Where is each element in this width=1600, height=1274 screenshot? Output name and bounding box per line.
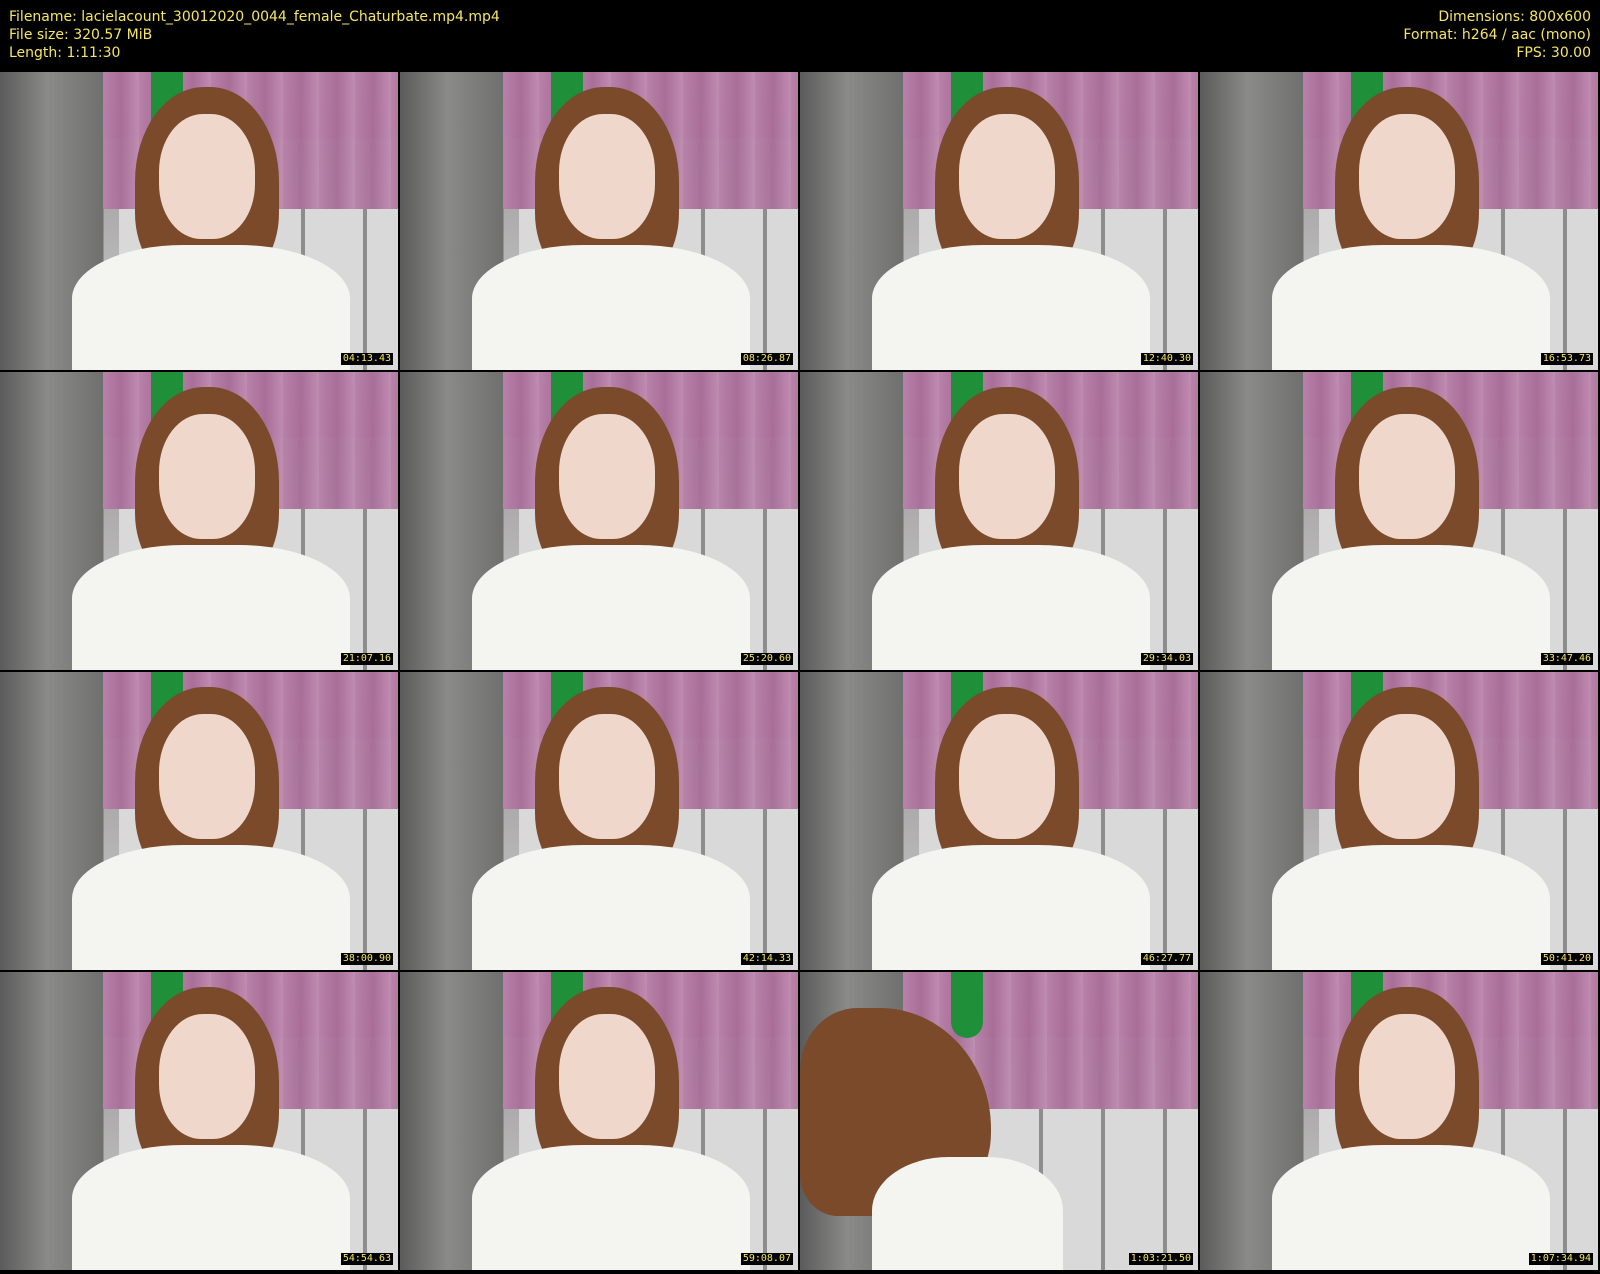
- thumbnail-frame[interactable]: 29:34.03: [800, 372, 1198, 670]
- thumbnail-frame[interactable]: 33:47.46: [1200, 372, 1598, 670]
- thumbnail-frame[interactable]: 59:08.07: [400, 972, 798, 1270]
- thumbnail-frame[interactable]: 54:54.63: [0, 972, 398, 1270]
- timestamp-label: 29:34.03: [1140, 653, 1193, 665]
- file-meta-right: Dimensions: 800x600 Format: h264 / aac (…: [1403, 8, 1591, 62]
- timestamp-label: 16:53.73: [1540, 353, 1593, 365]
- timestamp-label: 21:07.16: [340, 653, 393, 665]
- dimensions-label: Dimensions: 800x600: [1438, 9, 1591, 25]
- timestamp-label: 25:20.60: [740, 653, 793, 665]
- timestamp-label: 50:41.20: [1540, 953, 1593, 965]
- timestamp-label: 59:08.07: [740, 1253, 793, 1265]
- file-meta-left: Filename: lacielacount_30012020_0044_fem…: [9, 8, 500, 62]
- thumbnail-grid: 04:13.43 08:26.87 12:40.30 16:53.73 21:0…: [0, 72, 1600, 1272]
- thumbnail-frame[interactable]: 38:00.90: [0, 672, 398, 970]
- timestamp-label: 08:26.87: [740, 353, 793, 365]
- thumbnail-frame[interactable]: 46:27.77: [800, 672, 1198, 970]
- fps-label: FPS: 30.00: [1516, 45, 1591, 61]
- thumbnail-frame[interactable]: 1:07:34.94: [1200, 972, 1598, 1270]
- thumbnail-frame[interactable]: 25:20.60: [400, 372, 798, 670]
- thumbnail-frame[interactable]: 04:13.43: [0, 72, 398, 370]
- timestamp-label: 33:47.46: [1540, 653, 1593, 665]
- timestamp-label: 38:00.90: [340, 953, 393, 965]
- filesize-label: File size: 320.57 MiB: [9, 27, 153, 43]
- thumbnail-frame[interactable]: 12:40.30: [800, 72, 1198, 370]
- thumbnail-frame[interactable]: 42:14.33: [400, 672, 798, 970]
- timestamp-label: 04:13.43: [340, 353, 393, 365]
- length-label: Length: 1:11:30: [9, 45, 121, 61]
- timestamp-label: 1:03:21.50: [1128, 1253, 1193, 1265]
- thumbnail-frame[interactable]: 16:53.73: [1200, 72, 1598, 370]
- timestamp-label: 54:54.63: [340, 1253, 393, 1265]
- filename-label: Filename: lacielacount_30012020_0044_fem…: [9, 9, 500, 25]
- thumbnail-frame[interactable]: 21:07.16: [0, 372, 398, 670]
- contact-sheet-header: Filename: lacielacount_30012020_0044_fem…: [0, 0, 1600, 72]
- thumbnail-frame[interactable]: 08:26.87: [400, 72, 798, 370]
- thumbnail-frame[interactable]: 50:41.20: [1200, 672, 1598, 970]
- thumbnail-frame[interactable]: 1:03:21.50: [800, 972, 1198, 1270]
- format-label: Format: h264 / aac (mono): [1403, 27, 1591, 43]
- timestamp-label: 12:40.30: [1140, 353, 1193, 365]
- timestamp-label: 46:27.77: [1140, 953, 1193, 965]
- timestamp-label: 42:14.33: [740, 953, 793, 965]
- timestamp-label: 1:07:34.94: [1528, 1253, 1593, 1265]
